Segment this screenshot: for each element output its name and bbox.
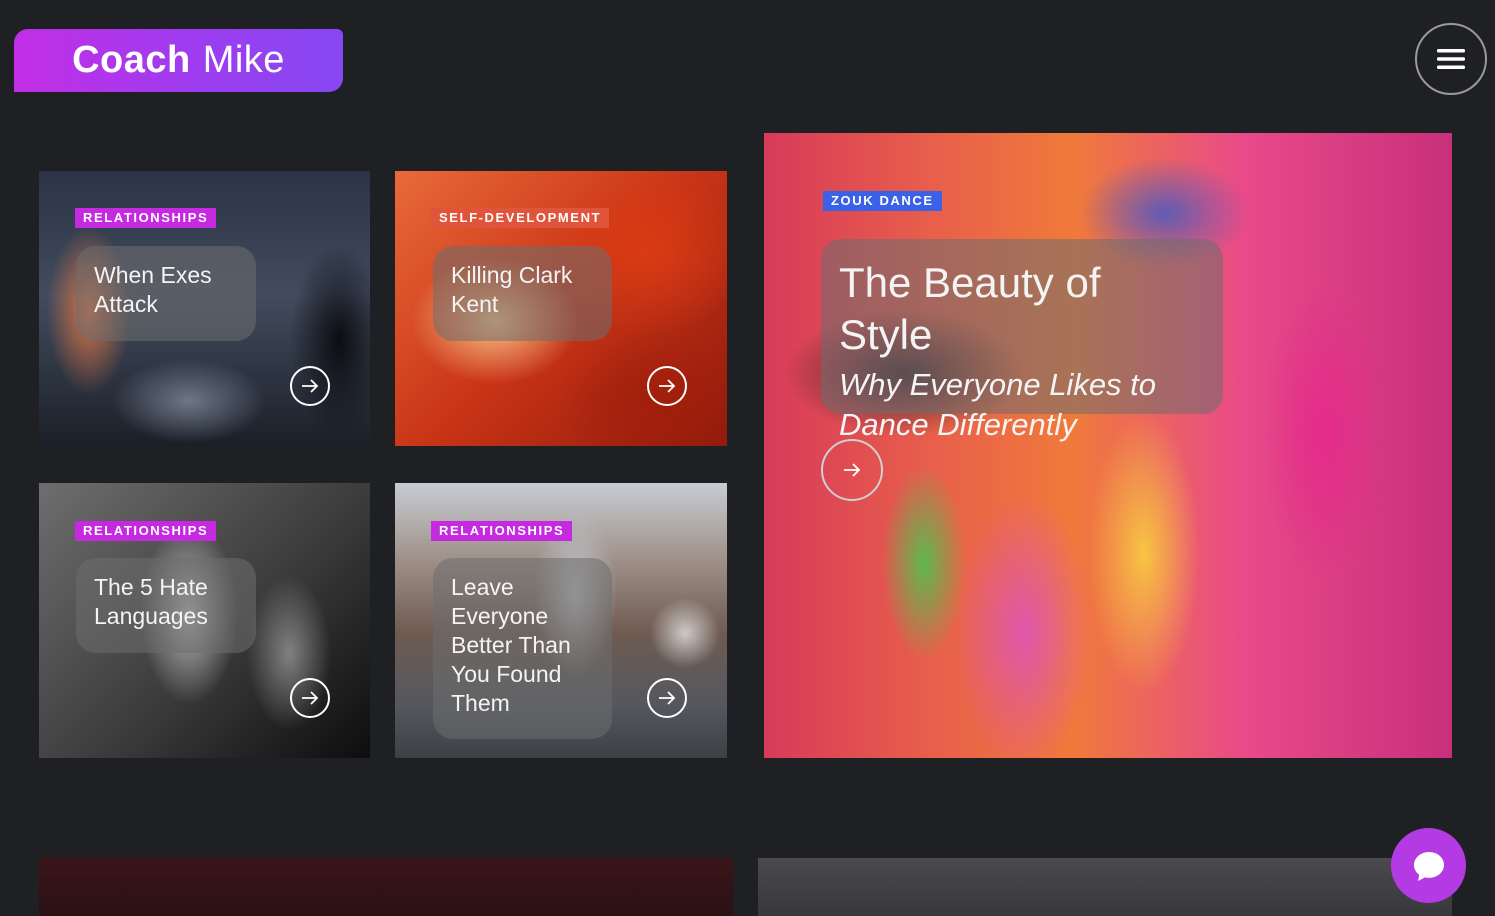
article-card-bottom-left[interactable] (39, 858, 733, 916)
article-card-bottom-right[interactable] (758, 858, 1452, 916)
card-title: Leave Everyone Better Than You Found The… (433, 558, 612, 739)
card-title: When Exes Attack (76, 246, 256, 341)
category-tag[interactable]: RELATIONSHIPS (75, 208, 217, 228)
menu-button[interactable] (1415, 23, 1487, 95)
featured-subtitle: Why Everyone Likes to Dance Differently (839, 367, 1157, 442)
card-image (758, 858, 1452, 916)
card-image (39, 858, 733, 916)
chat-bubble-icon (1413, 851, 1444, 881)
category-tag[interactable]: RELATIONSHIPS (75, 521, 217, 541)
card-title: The 5 Hate Languages (76, 558, 256, 653)
hamburger-icon (1437, 49, 1465, 69)
read-more-button[interactable] (821, 439, 883, 501)
category-tag[interactable]: SELF-DEVELOPMENT (431, 208, 610, 228)
arrow-right-icon (844, 463, 861, 477)
arrow-right-icon (659, 691, 676, 705)
arrow-right-icon (302, 379, 319, 393)
featured-text-box: The Beauty of Style Why Everyone Likes t… (821, 239, 1223, 442)
featured-article-card[interactable]: ZOUK DANCE The Beauty of Style Why Every… (764, 133, 1452, 758)
category-tag[interactable]: RELATIONSHIPS (431, 521, 573, 541)
chat-button[interactable] (1391, 828, 1466, 903)
logo-bold-text: Coach (72, 39, 191, 81)
article-card-exes[interactable]: RELATIONSHIPS When Exes Attack (39, 171, 370, 446)
article-card-clark-kent[interactable]: SELF-DEVELOPMENT Killing Clark Kent (395, 171, 727, 446)
read-more-button[interactable] (290, 366, 330, 406)
site-logo[interactable]: Coach Mike (14, 29, 343, 92)
arrow-right-icon (302, 691, 319, 705)
read-more-button[interactable] (290, 678, 330, 718)
article-card-leave-everyone[interactable]: RELATIONSHIPS Leave Everyone Better Than… (395, 483, 727, 758)
read-more-button[interactable] (647, 366, 687, 406)
read-more-button[interactable] (647, 678, 687, 718)
category-tag[interactable]: ZOUK DANCE (823, 191, 942, 211)
arrow-right-icon (659, 379, 676, 393)
article-card-hate-languages[interactable]: RELATIONSHIPS The 5 Hate Languages (39, 483, 370, 758)
featured-title: The Beauty of Style (839, 259, 1101, 358)
logo-light-text: Mike (202, 39, 285, 81)
card-title: Killing Clark Kent (433, 246, 612, 341)
